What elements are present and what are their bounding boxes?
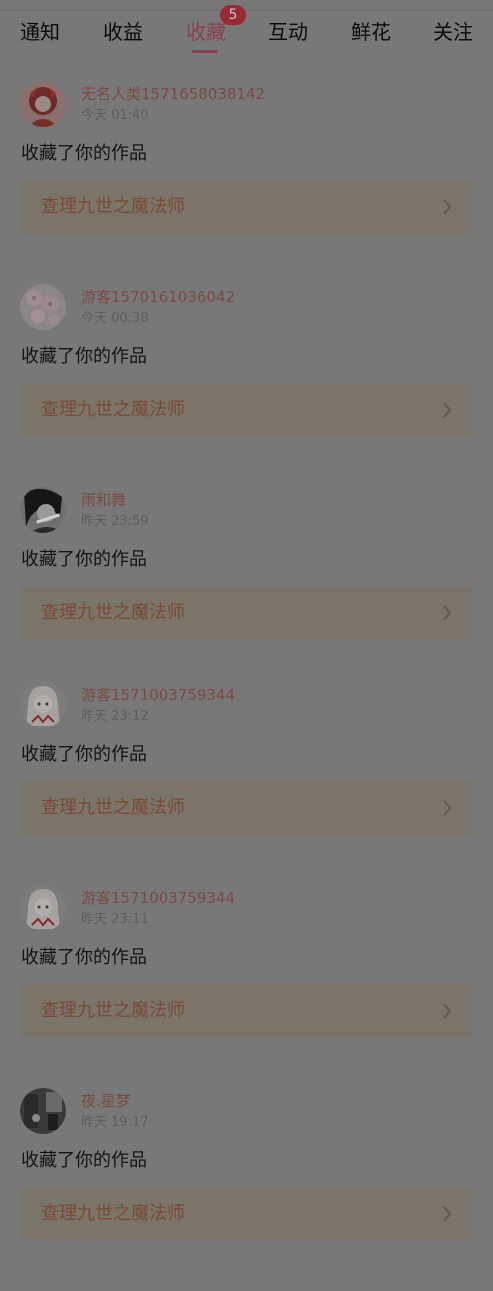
work-title: 查理九世之魔法师: [41, 399, 185, 420]
work-card[interactable]: 查理九世之魔法师: [21, 984, 472, 1038]
action-text: 收藏了你的作品: [21, 947, 147, 968]
avatar-red-hair-girl-icon[interactable]: [20, 81, 66, 127]
work-title: 查理九世之魔法师: [41, 1203, 185, 1224]
work-title: 查理九世之魔法师: [41, 196, 185, 217]
username[interactable]: 游客1571003759344: [81, 685, 235, 705]
favorites-count-badge: 5: [220, 5, 246, 25]
avatar-white-hair-girl-icon[interactable]: [20, 682, 66, 728]
work-title: 查理九世之魔法师: [41, 1000, 185, 1021]
tab-following[interactable]: 关注: [433, 18, 473, 46]
timestamp: 今天 01:40: [81, 108, 149, 123]
timestamp: 昨天 23:11: [81, 912, 149, 927]
work-card[interactable]: 查理九世之魔法师: [21, 781, 472, 835]
timestamp: 今天 00:38: [81, 311, 149, 326]
list-item: 夜.星梦 昨天 19:17 收藏了你的作品 查理九世之魔法师: [0, 1088, 493, 1291]
work-card[interactable]: 查理九世之魔法师: [21, 1187, 472, 1241]
timestamp: 昨天 19:17: [81, 1115, 149, 1130]
work-card[interactable]: 查理九世之魔法师: [21, 383, 472, 437]
tab-flowers[interactable]: 鲜花: [351, 18, 391, 46]
tab-notifications[interactable]: 通知: [20, 18, 60, 46]
avatar-white-hair-girl-icon[interactable]: [20, 885, 66, 931]
avatar-pink-flowers-icon[interactable]: [20, 284, 66, 330]
list-item: 雨和舞 昨天 23:59 收藏了你的作品 查理九世之魔法师: [0, 487, 493, 690]
work-card[interactable]: 查理九世之魔法师: [21, 586, 472, 640]
work-title: 查理九世之魔法师: [41, 602, 185, 623]
tab-bar: 通知 收益 收藏 5 互动 鲜花 关注: [0, 0, 493, 64]
action-text: 收藏了你的作品: [21, 143, 147, 164]
chevron-right-icon: [442, 402, 452, 418]
timestamp: 昨天 23:12: [81, 709, 149, 724]
action-text: 收藏了你的作品: [21, 1150, 147, 1171]
chevron-right-icon: [442, 1206, 452, 1222]
chevron-right-icon: [442, 605, 452, 621]
action-text: 收藏了你的作品: [21, 549, 147, 570]
work-title: 查理九世之魔法师: [41, 797, 185, 818]
timestamp: 昨天 23:59: [81, 514, 149, 529]
action-text: 收藏了你的作品: [21, 346, 147, 367]
list-item: 游客1570161036042 今天 00:38 收藏了你的作品 查理九世之魔法…: [0, 284, 493, 487]
tab-interactions[interactable]: 互动: [268, 18, 308, 46]
avatar-dark-photo-icon[interactable]: [20, 1088, 66, 1134]
list-item: 无名人类1571658038142 今天 01:40 收藏了你的作品 查理九世之…: [0, 81, 493, 284]
username[interactable]: 无名人类1571658038142: [81, 84, 265, 104]
username[interactable]: 夜.星梦: [81, 1091, 131, 1111]
list-item: 游客1571003759344 昨天 23:12 收藏了你的作品 查理九世之魔法…: [0, 682, 493, 885]
username[interactable]: 雨和舞: [81, 490, 126, 510]
username[interactable]: 游客1570161036042: [81, 287, 235, 307]
chevron-right-icon: [442, 199, 452, 215]
tab-earnings[interactable]: 收益: [103, 18, 143, 46]
username[interactable]: 游客1571003759344: [81, 888, 235, 908]
chevron-right-icon: [442, 800, 452, 816]
chevron-right-icon: [442, 1003, 452, 1019]
tab-favorites[interactable]: 收藏: [186, 18, 226, 46]
action-text: 收藏了你的作品: [21, 744, 147, 765]
work-card[interactable]: 查理九世之魔法师: [21, 180, 472, 234]
active-tab-indicator: [192, 50, 218, 53]
avatar-dark-hair-character-icon[interactable]: [20, 487, 66, 533]
list-item: 游客1571003759344 昨天 23:11 收藏了你的作品 查理九世之魔法…: [0, 885, 493, 1088]
